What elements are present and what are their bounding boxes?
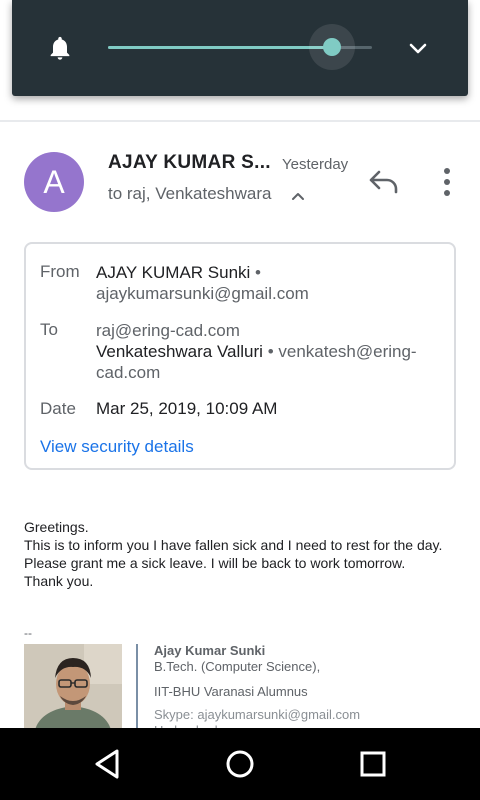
chevron-down-icon[interactable] xyxy=(406,36,430,60)
person-portrait-image xyxy=(24,644,122,734)
to-second-name: Venkateshwara Valluri xyxy=(96,342,263,361)
from-name: AJAY KUMAR Sunki xyxy=(96,263,251,282)
bell-icon[interactable] xyxy=(46,33,74,63)
signature-skype: Skype: ajaykumarsunki@gmail.com xyxy=(154,707,361,722)
back-triangle-icon[interactable] xyxy=(89,746,125,782)
to-first-recipient: raj@ering-cad.com xyxy=(96,321,240,340)
from-label: From xyxy=(40,262,80,281)
chevron-up-icon[interactable] xyxy=(290,188,306,204)
message-body: Greetings. This is to inform you I have … xyxy=(24,518,464,590)
to-label: To xyxy=(40,320,58,339)
body-closing: Thank you. xyxy=(24,573,94,589)
volume-slider-fill xyxy=(108,46,333,49)
from-value: AJAY KUMAR Sunki • ajaykumarsunki@gmail.… xyxy=(96,262,446,304)
message-details-card: From AJAY KUMAR Sunki • ajaykumarsunki@g… xyxy=(24,242,456,470)
date-value: Mar 25, 2019, 10:09 AM xyxy=(96,399,278,418)
body-greeting: Greetings. xyxy=(24,519,89,535)
bullet-separator: • xyxy=(255,263,261,282)
recipients-summary[interactable]: to raj, Venkateshwara xyxy=(108,184,271,204)
date-label: Date xyxy=(40,399,76,418)
volume-slider[interactable] xyxy=(108,24,372,70)
recents-square-icon[interactable] xyxy=(355,746,391,782)
signature-alumni: IIT-BHU Varanasi Alumnus xyxy=(154,684,308,699)
reply-icon[interactable] xyxy=(366,166,402,198)
system-navigation-bar xyxy=(0,728,480,800)
signature-photo xyxy=(24,644,122,734)
volume-panel xyxy=(12,0,468,96)
to-value: raj@ering-cad.com Venkateshwara Valluri … xyxy=(96,320,446,383)
message-date: Yesterday xyxy=(282,156,349,173)
signature-divider xyxy=(136,644,138,734)
signature-degree: B.Tech. (Computer Science), xyxy=(154,659,321,674)
sender-name: AJAY KUMAR S... xyxy=(108,152,271,173)
from-email: ajaykumarsunki@gmail.com xyxy=(96,284,309,303)
signature-name: Ajay Kumar Sunki xyxy=(154,643,266,658)
signature-separator: -- xyxy=(24,626,32,640)
bullet-separator: • xyxy=(267,342,279,361)
more-vert-icon[interactable] xyxy=(436,166,458,198)
home-circle-icon[interactable] xyxy=(222,746,258,782)
top-divider xyxy=(0,120,480,122)
body-message: This is to inform you I have fallen sick… xyxy=(24,537,443,571)
sender-avatar[interactable]: A xyxy=(24,152,84,212)
to-second-recipient: Venkateshwara Valluri • venkatesh@ering-… xyxy=(96,341,446,383)
view-security-details-link[interactable]: View security details xyxy=(40,437,194,457)
